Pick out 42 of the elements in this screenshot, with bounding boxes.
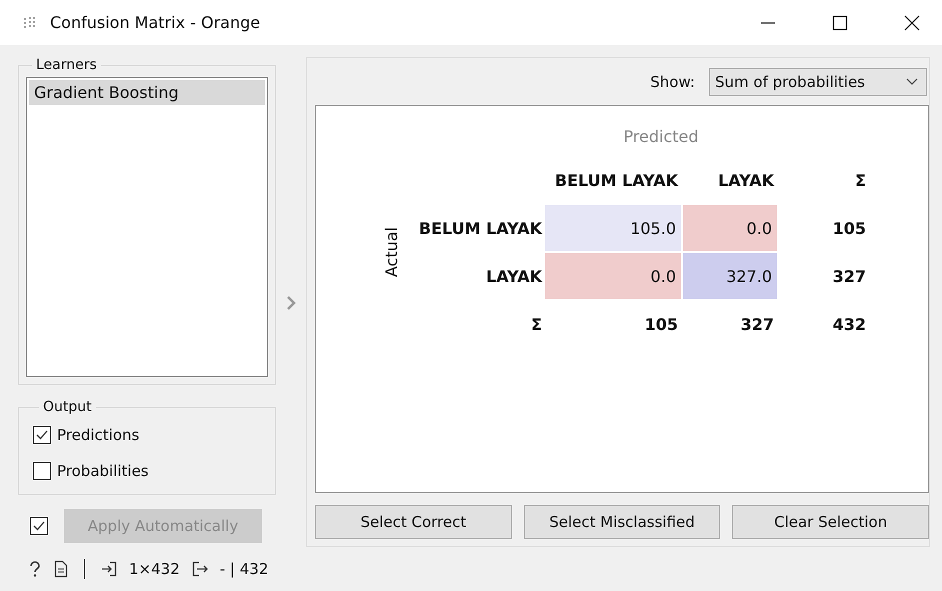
matrix-cell[interactable]: 327.0 (682, 252, 778, 300)
action-button[interactable]: Select Correct (315, 505, 512, 539)
output-summary: - | 432 (220, 560, 268, 578)
input-icon (101, 561, 117, 577)
column-total: 105 (644, 314, 679, 334)
input-summary: 1×432 (129, 560, 180, 578)
learner-item[interactable]: Gradient Boosting (29, 80, 265, 105)
total-label: Σ (530, 314, 543, 334)
close-icon[interactable] (904, 14, 920, 30)
checkbox-label: Predictions (57, 426, 140, 444)
group-title: Learners (35, 57, 98, 73)
document-icon[interactable] (54, 560, 68, 578)
action-button[interactable]: Select Misclassified (524, 505, 720, 539)
maximize-icon[interactable] (832, 14, 848, 30)
checkbox[interactable] (33, 426, 51, 444)
group-title: Output (42, 399, 93, 415)
row-total: 327 (832, 266, 867, 286)
column-header: LAYAK (717, 170, 776, 190)
matrix-cell[interactable]: 105.0 (544, 204, 682, 252)
show-label: Show: (650, 73, 695, 91)
window-title: Confusion Matrix - Orange (50, 13, 260, 32)
check-icon (32, 519, 46, 533)
matrix-cell[interactable]: 0.0 (682, 204, 778, 252)
column-total: 327 (740, 314, 775, 334)
matrix-cell[interactable]: 0.0 (544, 252, 682, 300)
column-total: 432 (832, 314, 867, 334)
axis-label: Predicted (622, 126, 700, 146)
checkbox-label: Probabilities (57, 462, 149, 480)
check-icon (35, 428, 49, 442)
checkbox[interactable] (33, 462, 51, 480)
app-icon (22, 14, 38, 30)
row-header: LAYAK (485, 266, 544, 286)
action-button[interactable]: Clear Selection (732, 505, 930, 539)
column-header: BELUM LAYAK (554, 170, 680, 190)
column-header: Σ (854, 170, 867, 190)
output-icon (192, 561, 208, 577)
help-icon[interactable] (28, 560, 42, 578)
row-header: BELUM LAYAK (418, 218, 544, 238)
show-dropdown[interactable]: Sum of probabilities (709, 68, 927, 96)
row-total: 105 (832, 218, 867, 238)
axis-label: Actual (382, 226, 400, 278)
caret-icon (906, 78, 918, 86)
